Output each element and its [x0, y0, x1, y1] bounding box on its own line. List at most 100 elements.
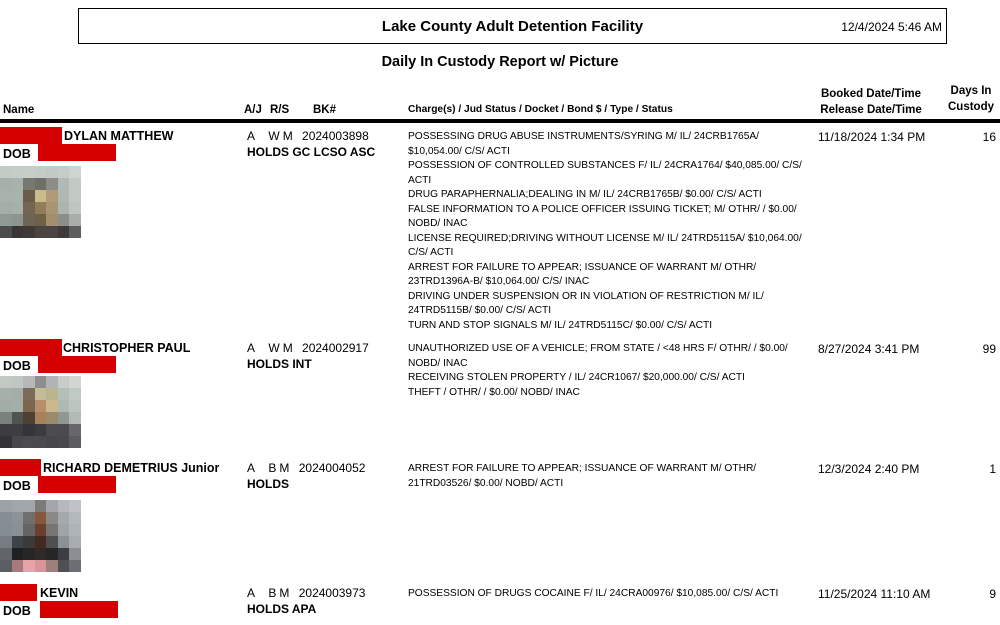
photo-pixel — [46, 190, 58, 202]
booked-datetime: 11/18/2024 1:34 PM — [818, 130, 926, 144]
photo-pixel — [46, 376, 58, 388]
photo-pixel — [11, 536, 24, 548]
booking-number: 2024002917 — [302, 341, 369, 355]
photo-pixel — [23, 500, 35, 512]
sex-value: M — [279, 461, 290, 475]
photo-pixel — [0, 524, 12, 536]
photo-pixel — [11, 512, 24, 524]
photo-pixel — [23, 524, 35, 536]
dob-label: DOB — [3, 359, 31, 373]
photo-pixel — [57, 376, 70, 388]
redacted-dob — [40, 601, 118, 618]
photo-pixel — [57, 436, 70, 448]
holds-value: HOLDS INT — [247, 357, 312, 371]
photo-pixel — [0, 500, 12, 512]
redacted-surname — [0, 127, 62, 144]
photo-pixel — [69, 214, 81, 226]
photo-pixel — [0, 226, 12, 238]
photo-pixel — [57, 500, 70, 512]
photo-pixel — [11, 500, 24, 512]
holds-value: HOLDS APA — [247, 602, 317, 616]
photo-pixel — [0, 190, 12, 202]
photo-pixel — [69, 524, 81, 536]
photo-pixel — [57, 166, 70, 178]
photo-pixel — [46, 548, 58, 560]
aj-value: A — [247, 341, 256, 355]
photo-pixel — [23, 412, 35, 424]
photo-pixel — [46, 560, 58, 572]
photo-pixel — [69, 226, 81, 238]
column-header-bk: BK# — [313, 104, 337, 116]
photo-pixel — [11, 190, 24, 202]
photo-pixel — [34, 190, 47, 202]
inmate-photo — [0, 166, 81, 238]
column-header-booked-line1: Booked Date/Time — [820, 88, 922, 100]
photo-pixel — [0, 536, 12, 548]
photo-pixel — [23, 214, 35, 226]
charge-entry: POSSESSION OF CONTROLLED SUBSTANCES F/ I… — [408, 160, 802, 186]
dob-label: DOB — [3, 604, 31, 618]
charge-entry: LICENSE REQUIRED;DRIVING WITHOUT LICENSE… — [408, 232, 802, 259]
photo-pixel — [69, 202, 81, 214]
inmate-name: CHRISTOPHER PAUL — [63, 341, 191, 355]
days-in-custody: 16 — [982, 130, 996, 144]
photo-pixel — [34, 226, 47, 238]
photo-pixel — [11, 400, 24, 412]
inmate-name: KEVIN — [40, 586, 79, 600]
inmate-name: RICHARD DEMETRIUS Junior — [43, 461, 220, 475]
column-header-aj: A/J — [244, 104, 262, 116]
charge-entry: ARREST FOR FAILURE TO APPEAR; ISSUANCE O… — [408, 463, 757, 489]
photo-pixel — [57, 400, 70, 412]
photo-pixel — [0, 166, 12, 178]
photo-pixel — [57, 226, 70, 238]
photo-pixel — [34, 376, 47, 388]
photo-pixel — [23, 226, 35, 238]
photo-pixel — [57, 178, 70, 190]
photo-pixel — [11, 436, 24, 448]
photo-pixel — [34, 214, 47, 226]
charges-list: POSSESSING DRUG ABUSE INSTRUMENTS/SYRING… — [408, 130, 803, 333]
redacted-surname — [0, 459, 41, 476]
photo-pixel — [46, 202, 58, 214]
report-datetime: 12/4/2024 5:46 AM — [841, 20, 942, 34]
photo-pixel — [0, 424, 12, 436]
photo-pixel — [34, 500, 47, 512]
charge-entry: FALSE INFORMATION TO A POLICE OFFICER IS… — [408, 203, 797, 230]
charge-entry: DRUG PARAPHERNALIA;DEALING IN M/ IL/ 24C… — [408, 189, 762, 200]
photo-pixel — [57, 524, 70, 536]
photo-pixel — [46, 436, 58, 448]
photo-pixel — [34, 400, 47, 412]
sex-value: M — [282, 341, 293, 355]
column-header-days: Days In Custody — [944, 83, 998, 115]
report-subtitle: Daily In Custody Report w/ Picture — [381, 54, 619, 70]
photo-pixel — [23, 202, 35, 214]
race-value: W — [268, 129, 280, 143]
photo-pixel — [57, 512, 70, 524]
photo-pixel — [69, 536, 81, 548]
photo-pixel — [46, 500, 58, 512]
redacted-dob — [38, 476, 116, 493]
photo-pixel — [23, 190, 35, 202]
photo-pixel — [23, 548, 35, 560]
photo-pixel — [34, 202, 47, 214]
redacted-dob — [38, 356, 116, 373]
photo-pixel — [57, 424, 70, 436]
photo-pixel — [69, 512, 81, 524]
photo-pixel — [11, 178, 24, 190]
photo-pixel — [69, 424, 81, 436]
charges-list: UNAUTHORIZED USE OF A VEHICLE; FROM STAT… — [408, 342, 803, 400]
photo-pixel — [69, 376, 81, 388]
redacted-surname — [0, 584, 37, 601]
report-title-box: Lake County Adult Detention Facility 12/… — [78, 8, 947, 44]
photo-pixel — [0, 202, 12, 214]
charge-entry: POSSESSION OF DRUGS COCAINE F/ IL/ 24CRA… — [408, 588, 779, 599]
photo-pixel — [11, 202, 24, 214]
column-header-days-line1: Days In — [950, 85, 992, 97]
booked-datetime: 8/27/2024 3:41 PM — [818, 342, 920, 356]
photo-pixel — [11, 388, 24, 400]
photo-pixel — [57, 412, 70, 424]
photo-pixel — [23, 436, 35, 448]
photo-pixel — [46, 512, 58, 524]
photo-pixel — [46, 214, 58, 226]
booking-number: 2024003973 — [298, 586, 366, 600]
